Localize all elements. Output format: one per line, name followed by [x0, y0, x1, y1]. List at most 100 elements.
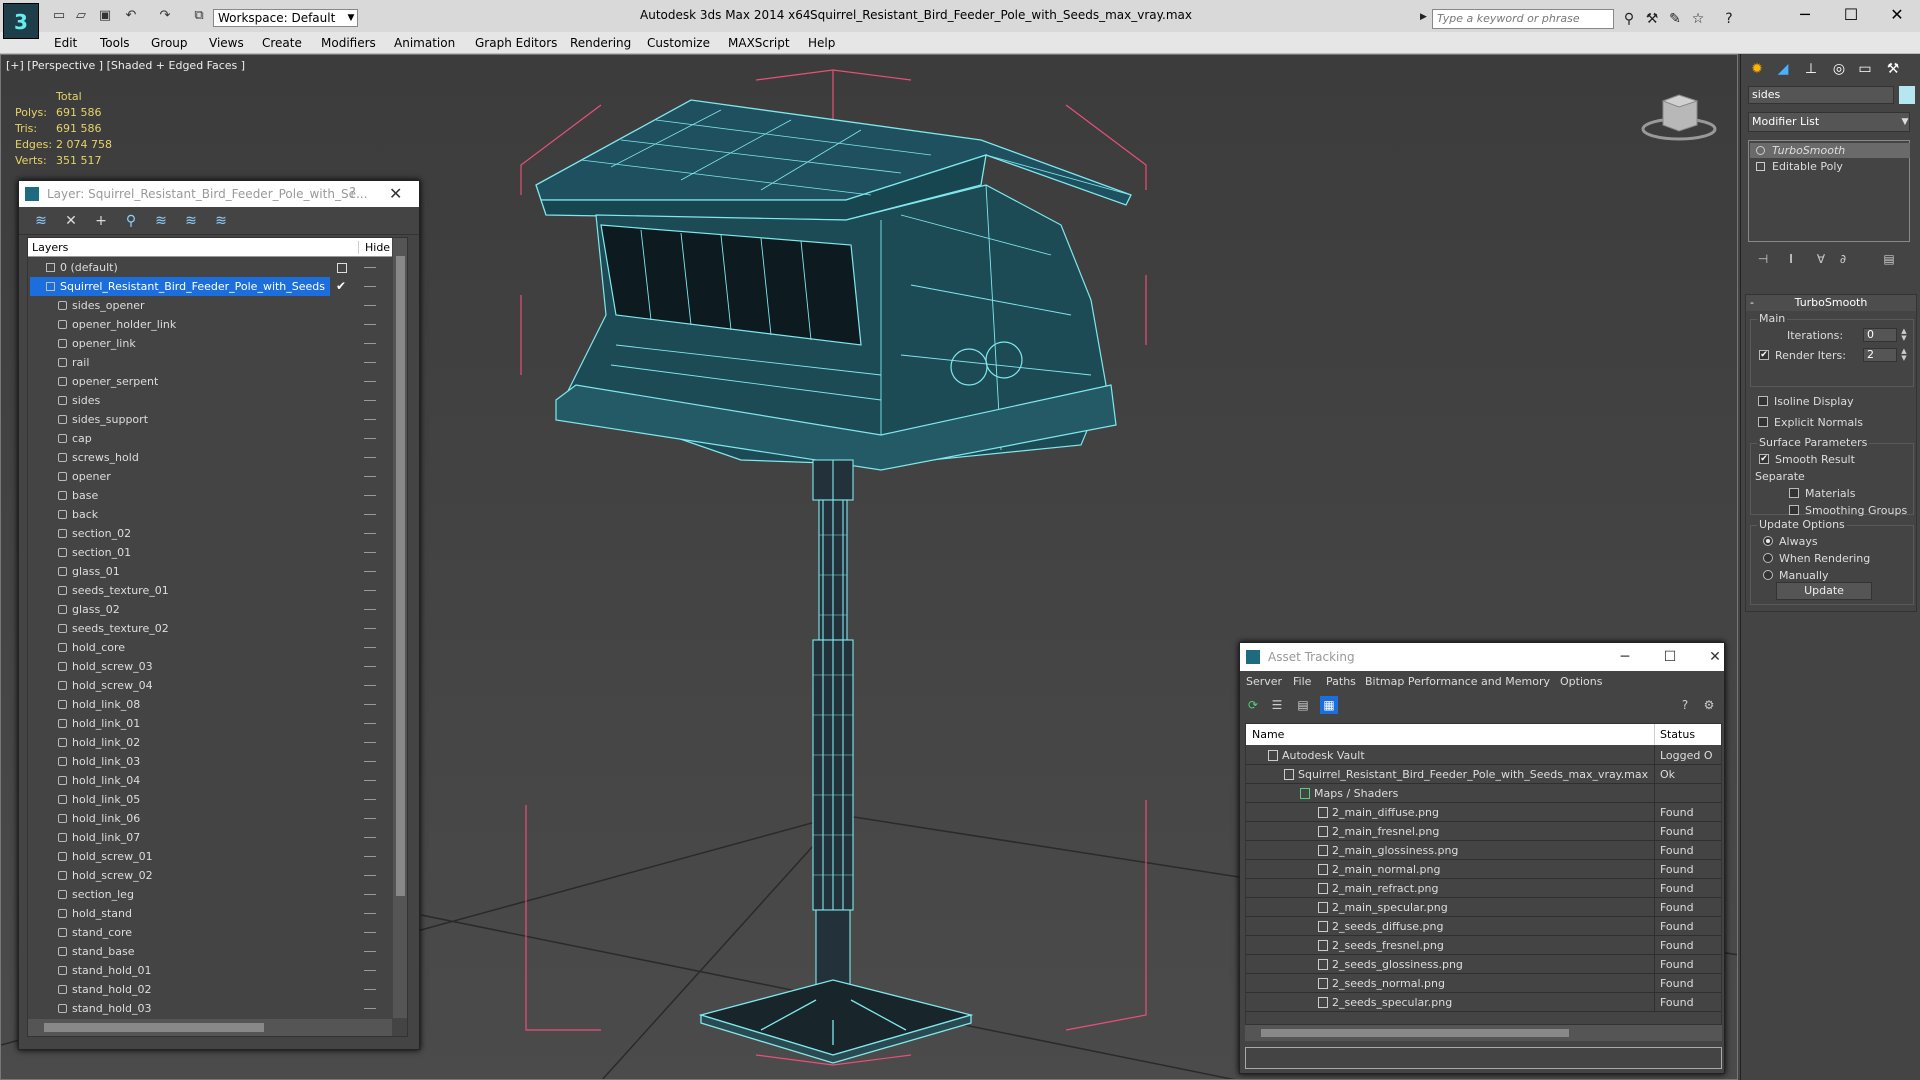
menu-maxscript[interactable]: MAXScript — [728, 36, 790, 50]
layer-row-default[interactable]: 0 (default) — [28, 258, 392, 277]
hide-toggle[interactable] — [364, 704, 376, 705]
maximize-icon[interactable]: ☐ — [1836, 4, 1866, 26]
select-in-layer-icon[interactable]: ⚲ — [121, 212, 141, 230]
table-view-icon[interactable]: ▦ — [1320, 696, 1338, 714]
list-item[interactable]: hold_screw_04 — [28, 676, 392, 695]
checkmark-icon[interactable]: ✔ — [336, 279, 346, 293]
hide-toggle[interactable] — [364, 571, 376, 572]
table-row[interactable]: 2_main_glossiness.png Found — [1246, 841, 1721, 860]
hide-toggle[interactable] — [364, 875, 376, 876]
rollout-header[interactable]: - TurboSmooth — [1746, 295, 1916, 311]
object-color-swatch[interactable] — [1899, 86, 1915, 104]
table-row[interactable]: Squirrel_Resistant_Bird_Feeder_Pole_with… — [1246, 765, 1721, 784]
list-item[interactable]: section_leg — [28, 885, 392, 904]
asset-table[interactable]: Name Status Autodesk Vault Logged O Squirr… — [1245, 723, 1722, 1025]
menu-help[interactable]: Help — [808, 36, 835, 50]
smooth-result-checkbox[interactable]: ✔ — [1759, 454, 1769, 464]
hide-toggle[interactable] — [364, 438, 376, 439]
list-item[interactable]: opener_holder_link — [28, 315, 392, 334]
spinner-arrows-icon[interactable]: ▲ ▼ — [1899, 348, 1909, 362]
list-item[interactable]: hold_screw_01 — [28, 847, 392, 866]
list-item[interactable]: hold_link_01 — [28, 714, 392, 733]
hide-toggle[interactable] — [364, 685, 376, 686]
minimize-icon[interactable]: ─ — [1790, 4, 1820, 26]
list-item[interactable]: stand_hold_02 — [28, 980, 392, 999]
hide-toggle[interactable] — [364, 856, 376, 857]
settings-icon[interactable]: ⚙ — [1700, 696, 1718, 714]
show-end-result-icon[interactable]: Ⅰ — [1782, 252, 1800, 268]
help-icon[interactable]: ? — [1720, 10, 1738, 28]
close-icon[interactable]: ✕ — [1700, 643, 1730, 671]
viewcube-icon[interactable] — [1641, 91, 1717, 143]
chevron-down-icon[interactable]: ▼ — [344, 9, 358, 27]
layer-list[interactable]: Layers Hide 0 (default) Squirrel_Resista… — [27, 237, 408, 1037]
smoothing-groups-checkbox[interactable] — [1789, 505, 1799, 515]
menu-animation[interactable]: Animation — [394, 36, 455, 50]
list-item[interactable]: seeds_texture_02 — [28, 619, 392, 638]
scrollbar-thumb[interactable] — [1261, 1029, 1569, 1037]
asset-path-field[interactable] — [1245, 1047, 1722, 1069]
hide-toggle[interactable] — [364, 476, 376, 477]
menu-modifiers[interactable]: Modifiers — [321, 36, 376, 50]
modifier-list-dropdown[interactable]: Modifier List — [1748, 112, 1910, 132]
undo-icon[interactable]: ↶ — [122, 8, 140, 24]
list-item[interactable]: section_01 — [28, 543, 392, 562]
list-item[interactable]: hold_link_06 — [28, 809, 392, 828]
manually-radio[interactable] — [1763, 570, 1773, 580]
list-item[interactable]: stand_hold_01 — [28, 961, 392, 980]
hide-all-layers-icon[interactable]: ≋ — [181, 212, 201, 230]
create-tab-icon[interactable]: ✹ — [1745, 58, 1769, 80]
expand-plus-icon[interactable] — [1756, 162, 1765, 171]
column-hide[interactable]: Hide — [358, 241, 390, 254]
hide-toggle[interactable] — [364, 894, 376, 895]
list-item[interactable]: seeds_texture_01 — [28, 581, 392, 600]
list-item[interactable]: stand_core — [28, 923, 392, 942]
hide-toggle[interactable] — [364, 457, 376, 458]
hide-toggle[interactable] — [364, 970, 376, 971]
hide-toggle[interactable] — [364, 780, 376, 781]
iterations-spinner[interactable]: 0 — [1863, 328, 1897, 342]
menu-edit[interactable]: Edit — [54, 36, 77, 50]
list-item[interactable]: rail — [28, 353, 392, 372]
list-item[interactable]: hold_link_02 — [28, 733, 392, 752]
hierarchy-tab-icon[interactable]: ⊥ — [1799, 58, 1823, 80]
create-layer-icon[interactable]: ≋ — [31, 212, 51, 230]
hide-toggle[interactable] — [364, 628, 376, 629]
communication-icon[interactable]: ✎ — [1666, 10, 1684, 28]
menu-file[interactable]: File — [1293, 675, 1311, 688]
hide-toggle[interactable] — [364, 666, 376, 667]
hide-toggle[interactable] — [364, 267, 376, 268]
menu-rendering[interactable]: Rendering — [570, 36, 631, 50]
hide-toggle[interactable] — [364, 305, 376, 306]
materials-checkbox[interactable] — [1789, 488, 1799, 498]
menu-server[interactable]: Server — [1246, 675, 1282, 688]
list-item[interactable]: opener_link — [28, 334, 392, 353]
open-file-icon[interactable]: ▱ — [72, 8, 90, 24]
list-item[interactable]: hold_screw_03 — [28, 657, 392, 676]
list-item[interactable]: glass_01 — [28, 562, 392, 581]
object-name-field[interactable]: sides — [1748, 86, 1894, 104]
list-item[interactable]: stand_hold_03 — [28, 999, 392, 1018]
update-button[interactable]: Update — [1776, 582, 1872, 600]
highlight-layer-icon[interactable]: ≋ — [151, 212, 171, 230]
pin-stack-icon[interactable]: ⊣ — [1754, 252, 1772, 268]
list-item[interactable]: base — [28, 486, 392, 505]
close-icon[interactable]: ✕ — [1882, 4, 1912, 26]
app-logo-icon[interactable]: 3 — [3, 3, 39, 39]
table-row[interactable]: 2_seeds_specular.png Found — [1246, 993, 1721, 1012]
delete-layer-icon[interactable]: ✕ — [61, 212, 81, 230]
list-item[interactable]: hold_stand — [28, 904, 392, 923]
list-item[interactable]: hold_screw_02 — [28, 866, 392, 885]
render-iters-spinner[interactable]: 2 — [1863, 348, 1897, 362]
hide-toggle[interactable] — [364, 932, 376, 933]
hide-toggle[interactable] — [364, 400, 376, 401]
hide-toggle[interactable] — [364, 951, 376, 952]
menu-bitmap-performance[interactable]: Bitmap Performance and Memory — [1365, 675, 1550, 688]
list-item[interactable]: screws_hold — [28, 448, 392, 467]
list-item[interactable]: cap — [28, 429, 392, 448]
hide-toggle[interactable] — [364, 533, 376, 534]
hide-toggle[interactable] — [364, 799, 376, 800]
table-row[interactable]: 2_main_specular.png Found — [1246, 898, 1721, 917]
asset-dialog-title[interactable]: Asset Tracking ─ ☐ ✕ — [1240, 643, 1724, 671]
save-icon[interactable]: ▣ — [96, 8, 114, 24]
